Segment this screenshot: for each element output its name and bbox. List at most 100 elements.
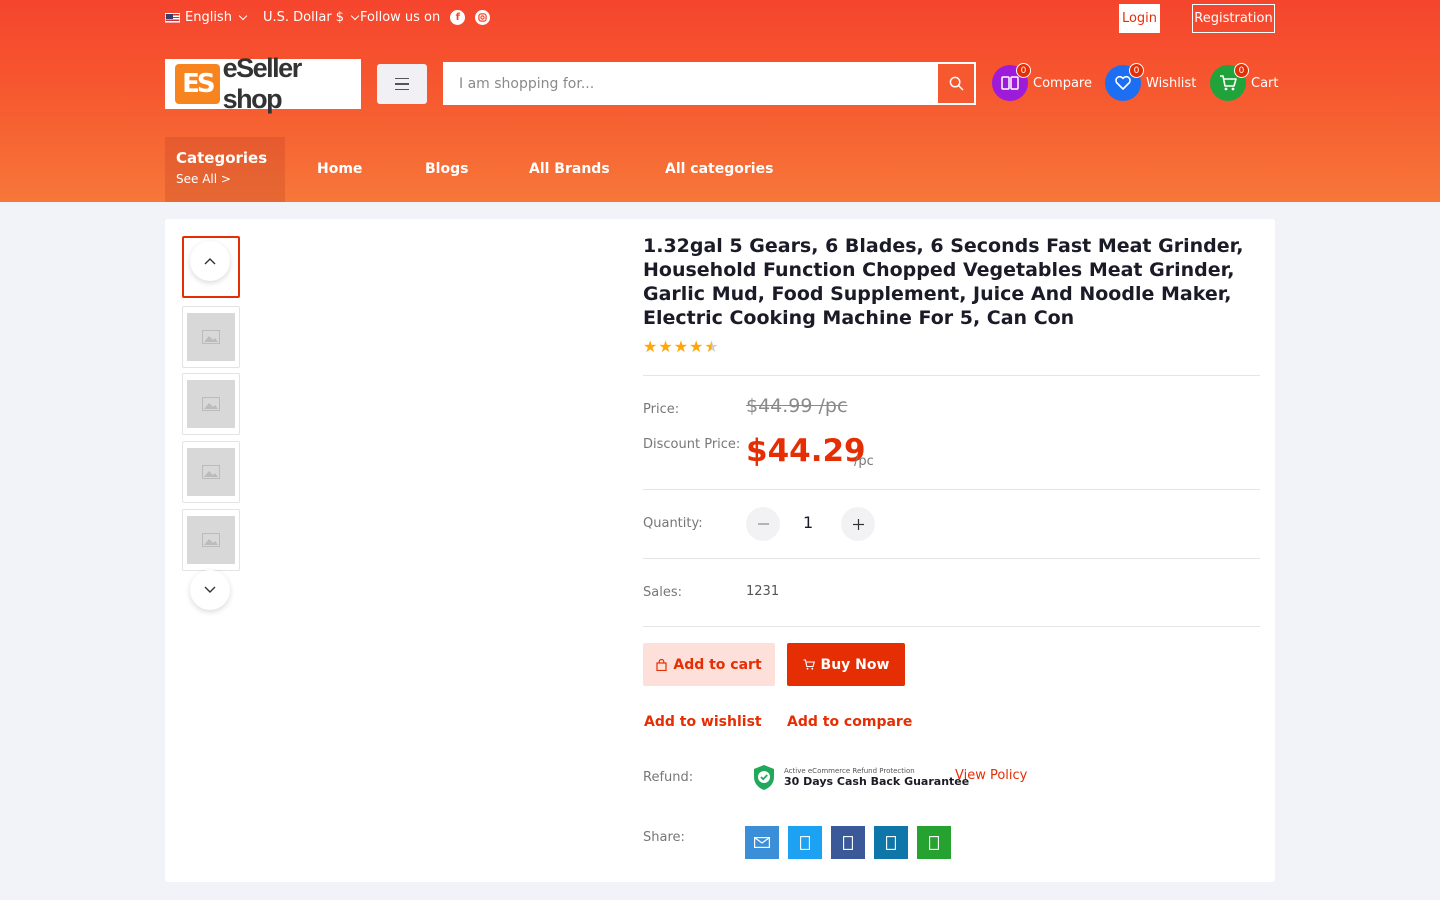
star-full-icon: ★ [673,337,689,356]
follow-us-label: Follow us on [360,10,441,25]
quantity-value[interactable]: 1 [803,513,813,532]
site-header: English U.S. Dollar $ Follow us on f Log… [0,0,1440,202]
refund-label: Refund: [643,770,694,785]
chevron-down-icon [350,11,360,20]
thumbnail-4[interactable] [182,441,240,503]
cart-icon: 0 [1210,63,1249,101]
wishlist-link[interactable]: 0 Wishlist [1105,63,1197,101]
divider [643,375,1260,376]
original-price: $44.99 /pc [746,395,848,417]
thumbnail-5[interactable] [182,509,240,571]
thumbnail-gallery [182,236,240,610]
image-placeholder-icon [187,313,235,361]
star-full-icon: ★ [643,337,658,356]
thumbnail-2[interactable] [182,306,240,368]
cart-icon [803,659,815,670]
discount-price-label: Discount Price: [643,437,741,452]
logo-mark: ES [175,64,220,104]
add-to-wishlist-link[interactable]: Add to wishlist [644,714,762,730]
nav-link-home[interactable]: Home [317,161,362,177]
chevron-up-icon [204,258,216,265]
share-linkedin-button[interactable] [874,826,908,859]
thumbnail-next-button[interactable] [190,570,230,610]
divider [643,489,1260,490]
quantity-decrease-button[interactable] [746,507,780,541]
wishlist-label: Wishlist [1146,75,1197,91]
site-logo[interactable]: ES eSeller shop [165,53,361,114]
share-label: Share: [643,830,685,845]
search-button[interactable] [937,63,975,104]
share-email-button[interactable] [745,826,779,859]
chevron-down-icon [204,586,216,593]
twitter-icon [800,835,810,850]
buy-now-button[interactable]: Buy Now [787,643,905,686]
search-bar [443,62,976,105]
add-to-compare-link[interactable]: Add to compare [787,714,912,730]
language-label: English [185,10,232,25]
search-input[interactable] [444,63,937,104]
us-flag-icon [165,12,180,23]
email-icon [754,837,770,848]
categories-see-all[interactable]: See All > [176,172,274,186]
compare-icon: 0 [992,63,1031,101]
search-icon [949,76,963,91]
image-placeholder-icon [187,448,235,496]
shield-check-icon [754,765,774,790]
top-bar: English U.S. Dollar $ Follow us on f Log… [165,0,1275,36]
cart-label: Cart [1251,75,1279,91]
share-facebook-button[interactable] [831,826,865,859]
image-placeholder-icon [187,380,235,428]
view-policy-link[interactable]: View Policy [955,768,1027,783]
rating-stars: ★ ★ ★ ★ ★ [643,339,719,355]
instagram-icon[interactable] [475,10,491,25]
hamburger-icon [395,77,409,80]
price-label: Price: [643,402,680,417]
star-full-icon: ★ [689,337,704,356]
registration-button[interactable]: Registration [1192,4,1275,33]
nav-link-all-brands[interactable]: All Brands [529,161,610,177]
divider [643,558,1260,559]
refund-guarantee: Active eCommerce Refund Protection 30 Da… [752,764,969,791]
menu-toggle-button[interactable] [377,64,427,104]
refund-big-text: 30 Days Cash Back Guarantee [784,775,970,788]
price-unit: /pc [854,454,874,469]
thumbnail-3[interactable] [182,373,240,435]
shopping-bag-icon [656,658,667,671]
sales-label: Sales: [643,585,682,600]
compare-count-badge: 0 [1016,63,1031,78]
product-card: 1.32gal 5 Gears, 6 Blades, 6 Seconds Fas… [165,219,1275,882]
cart-link[interactable]: 0 Cart [1210,63,1279,101]
facebook-icon [843,835,853,850]
facebook-icon[interactable]: f [450,10,466,25]
heart-icon: 0 [1105,63,1144,101]
currency-selector[interactable]: U.S. Dollar $ [263,10,360,25]
nav-link-all-categories[interactable]: All categories [665,161,773,177]
refund-small-text: Active eCommerce Refund Protection [784,767,915,775]
share-whatsapp-button[interactable] [917,826,951,859]
share-twitter-button[interactable] [788,826,822,859]
thumbnail-prev-button[interactable] [190,241,230,281]
sales-value: 1231 [746,584,780,599]
quantity-label: Quantity: [643,516,703,531]
nav-link-blogs[interactable]: Blogs [425,161,468,177]
categories-title: Categories [176,149,268,167]
cart-count-badge: 0 [1234,63,1249,78]
star-half-icon: ★ [704,337,719,356]
categories-menu[interactable]: Categories See All > [165,137,285,202]
compare-link[interactable]: 0 Compare [992,63,1092,101]
follow-us: Follow us on f [360,10,491,25]
image-placeholder-icon [187,516,235,564]
language-selector[interactable]: English [165,10,248,25]
wishlist-count-badge: 0 [1129,63,1144,78]
product-title: 1.32gal 5 Gears, 6 Blades, 6 Seconds Fas… [643,235,1244,329]
quantity-increase-button[interactable] [841,507,875,541]
buy-now-label: Buy Now [820,656,890,673]
refund-text: Active eCommerce Refund Protection 30 Da… [784,767,969,788]
add-to-cart-label: Add to cart [673,656,762,673]
compare-label: Compare [1033,75,1092,91]
chevron-down-icon [238,11,248,20]
login-button[interactable]: Login [1119,4,1160,33]
currency-label: U.S. Dollar $ [263,10,345,25]
minus-icon [757,523,769,525]
add-to-cart-button[interactable]: Add to cart [643,643,775,686]
